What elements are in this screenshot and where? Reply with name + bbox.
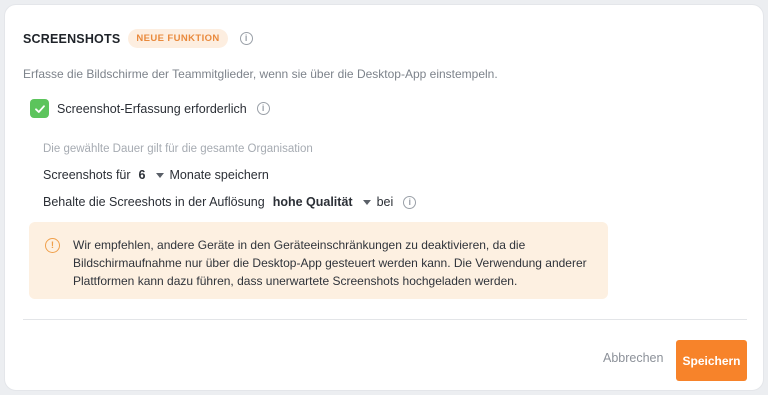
info-icon[interactable]: i [256,102,270,115]
checkbox-label[interactable]: Screenshot-Erfassung erforderlich [57,102,247,116]
cancel-button[interactable]: Abbrechen [603,351,663,365]
chevron-down-icon [155,172,164,178]
resolution-select[interactable]: hohe Qualität [273,195,377,209]
new-feature-badge: NEUE FUNKTION [128,29,228,48]
section-header: SCREENSHOTS NEUE FUNKTION i [23,29,253,48]
screenshot-capture-option: Screenshot-Erfassung erforderlich i [30,99,270,118]
screenshot-capture-checkbox[interactable] [30,99,49,118]
chevron-down-icon [362,199,371,205]
section-title: SCREENSHOTS [23,31,121,46]
resolution-suffix: bei [376,195,394,209]
retention-row: Screenshots für 6 Monate speichern [43,168,269,182]
resolution-row: Behalte die Screeshots in der Auflösung … [43,195,417,209]
info-icon[interactable]: i [239,32,253,45]
warning-box: ! Wir empfehlen, andere Geräte in den Ge… [29,222,608,299]
retention-suffix: Monate speichern [169,168,269,182]
section-description: Erfasse die Bildschirme der Teammitglied… [23,67,498,81]
retention-prefix: Screenshots für [43,168,131,182]
retention-months-select[interactable]: 6 [139,168,170,182]
retention-months-value: 6 [138,168,146,182]
resolution-prefix: Behalte die Screeshots in der Auflösung [43,195,265,209]
warning-text: Wir empfehlen, andere Geräte in den Gerä… [73,238,587,288]
checkmark-icon [34,104,45,113]
organization-note: Die gewählte Dauer gilt für die gesamte … [43,143,313,155]
save-button[interactable]: Speichern [676,340,747,381]
footer-divider [23,319,747,320]
warning-icon: ! [45,238,60,253]
screenshot-settings-card: SCREENSHOTS NEUE FUNKTION i Erfasse die … [4,4,764,391]
resolution-value: hohe Qualität [272,195,353,209]
info-icon[interactable]: i [403,195,417,209]
